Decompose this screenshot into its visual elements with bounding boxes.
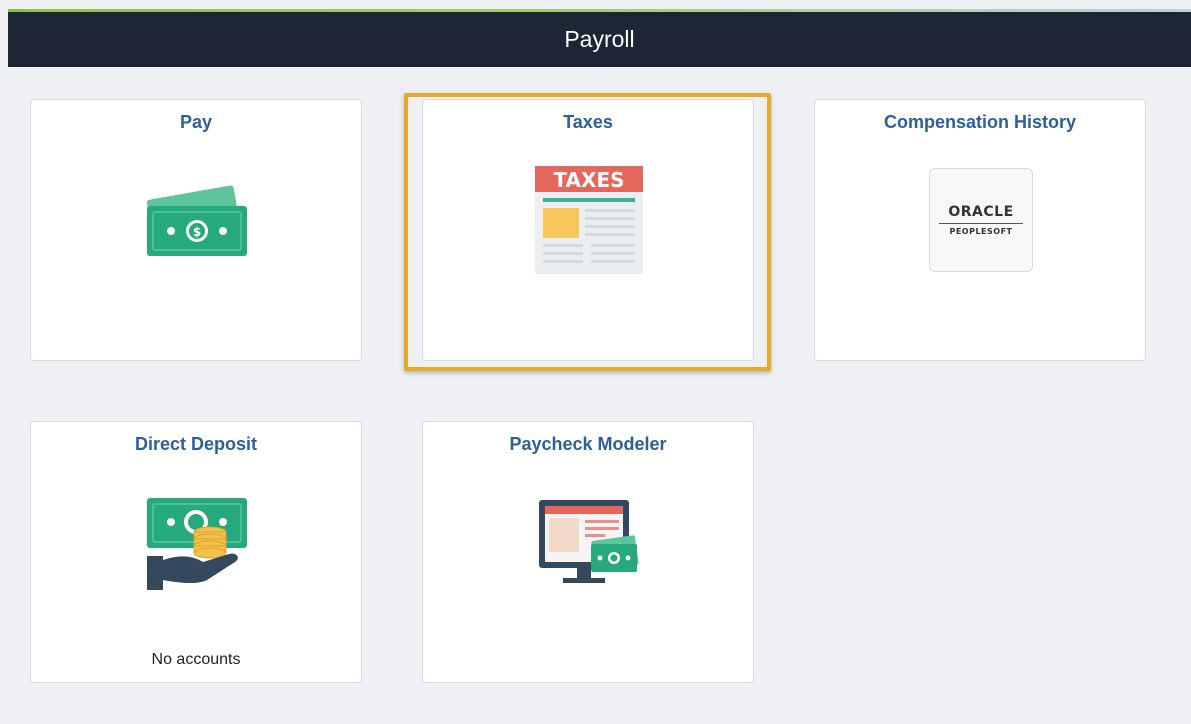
taxes-document-icon: TAXES bbox=[535, 166, 643, 274]
tile-title: Direct Deposit bbox=[134, 434, 258, 454]
tile-taxes[interactable]: Taxes TAXES bbox=[422, 99, 754, 361]
tile-footer: No accounts bbox=[151, 651, 241, 668]
top-strip bbox=[0, 0, 1191, 12]
hand-money-icon bbox=[147, 498, 247, 590]
money-icon: $ bbox=[146, 185, 247, 256]
taxes-icon-label: TAXES bbox=[553, 168, 624, 192]
logo-divider bbox=[939, 223, 1023, 224]
tile-direct-deposit[interactable]: Direct Deposit No accounts bbox=[30, 421, 362, 683]
svg-text:$: $ bbox=[193, 225, 201, 239]
monitor-money-icon bbox=[539, 500, 639, 583]
tile-title: Compensation History bbox=[883, 112, 1077, 132]
oracle-peoplesoft-logo: ORACLE PEOPLESOFT bbox=[929, 168, 1033, 272]
logo-oracle-text: ORACLE bbox=[948, 204, 1014, 220]
tile-title: Pay bbox=[179, 112, 213, 132]
page-title: Payroll bbox=[564, 26, 635, 52]
tile-compensation-history[interactable]: Compensation History ORACLE PEOPLESOFT bbox=[814, 99, 1146, 361]
tile-paycheck-modeler[interactable]: Paycheck Modeler bbox=[422, 421, 754, 683]
logo-peoplesoft-text: PEOPLESOFT bbox=[949, 227, 1013, 236]
page-header: Payroll bbox=[8, 12, 1191, 67]
tile-title: Taxes bbox=[563, 112, 613, 132]
tile-title: Paycheck Modeler bbox=[509, 434, 667, 454]
tile-pay[interactable]: Pay $ bbox=[30, 99, 362, 361]
